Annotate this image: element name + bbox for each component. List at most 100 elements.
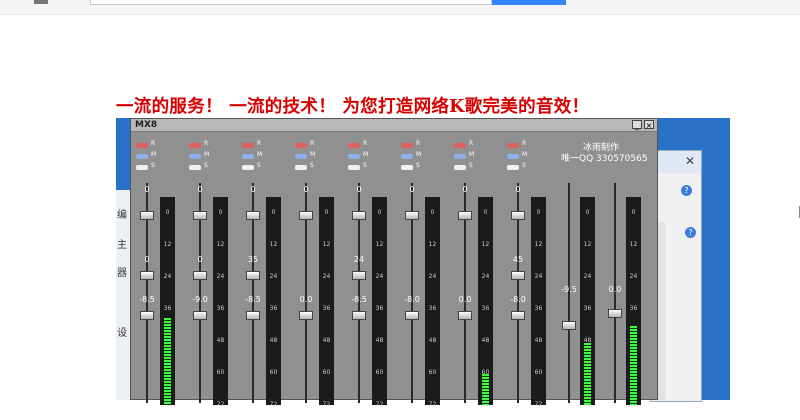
- channel-solo-button[interactable]: [295, 165, 307, 170]
- close-icon[interactable]: ✕: [685, 154, 695, 168]
- meter-tick-label: 12: [163, 241, 172, 248]
- channel-button-label: M: [151, 151, 157, 158]
- fader-knob[interactable]: [193, 271, 207, 280]
- channel-solo-button[interactable]: [242, 165, 254, 170]
- channel-button-row: S: [348, 162, 370, 171]
- search-button[interactable]: [492, 0, 566, 5]
- meter-tick-label: 36: [322, 305, 331, 312]
- fader-value: -9.0: [192, 295, 208, 304]
- fader-knob[interactable]: [193, 311, 207, 320]
- channel-button-row: R: [295, 140, 317, 149]
- level-meter: 0 12 24 36 48 60 72: [266, 197, 281, 408]
- help-icon[interactable]: ?: [685, 227, 696, 238]
- channel-mute-button[interactable]: [136, 154, 148, 159]
- channel-record-button[interactable]: [401, 143, 413, 148]
- fader-knob[interactable]: [562, 321, 576, 330]
- fader-knob[interactable]: [511, 211, 525, 220]
- fader-knob[interactable]: [246, 311, 260, 320]
- channel-mute-button[interactable]: [242, 154, 254, 159]
- fader-knob[interactable]: [511, 311, 525, 320]
- meter-tick-label: 36: [629, 305, 638, 312]
- fader-knob[interactable]: [193, 211, 207, 220]
- channel-button-label: R: [522, 140, 527, 147]
- meter-tick-label: 0: [585, 209, 590, 216]
- channel-record-button[interactable]: [507, 143, 519, 148]
- fader-knob[interactable]: [608, 309, 622, 318]
- channel-mute-button[interactable]: [295, 154, 307, 159]
- fader-knob[interactable]: [352, 311, 366, 320]
- meter-tick-label: 24: [375, 273, 384, 280]
- search-input[interactable]: [90, 0, 492, 5]
- channel-record-button[interactable]: [136, 143, 148, 148]
- channel-record-button[interactable]: [189, 143, 201, 148]
- fader-knob[interactable]: [140, 211, 154, 220]
- fader-knob[interactable]: [458, 211, 472, 220]
- level-meter: 0 12 24 36 48 60 72: [425, 197, 440, 408]
- meter-tick-label: 24: [269, 273, 278, 280]
- channel-mute-button[interactable]: [189, 154, 201, 159]
- channel-record-button[interactable]: [454, 143, 466, 148]
- meter-tick-label: 24: [481, 273, 490, 280]
- level-meter: 0 12 24 36 48 60 72: [213, 197, 228, 408]
- channel-button-row: S: [136, 162, 158, 171]
- meter-tick-label: 48: [375, 337, 384, 344]
- channel-button-label: S: [151, 162, 155, 169]
- fader-knob[interactable]: [246, 211, 260, 220]
- channel-button-label: R: [416, 140, 421, 147]
- channel-record-button[interactable]: [295, 143, 307, 148]
- meter-tick-label: 60: [428, 369, 437, 376]
- channel-button-row: M: [295, 151, 317, 160]
- fader-knob[interactable]: [140, 271, 154, 280]
- meter-tick-label: 0: [536, 209, 541, 216]
- channel-button-label: M: [204, 151, 210, 158]
- channel-button-label: S: [310, 162, 314, 169]
- fader-knob[interactable]: [352, 211, 366, 220]
- channel-name: 麦克风: [513, 410, 537, 419]
- channel-strip: R M S 0 -8.0 0 12 24 36 48 60 72 闪断: [401, 137, 451, 419]
- channel-solo-button[interactable]: [401, 165, 413, 170]
- channel-mute-button[interactable]: [507, 154, 519, 159]
- level-meter: 0 12 24 36 48 60 72: [319, 197, 334, 408]
- fader-knob[interactable]: [140, 311, 154, 320]
- close-button[interactable]: ×: [644, 120, 654, 130]
- fader-knob[interactable]: [299, 211, 313, 220]
- meter-tick-label: 36: [163, 305, 172, 312]
- meter-level-bar: [482, 374, 489, 405]
- channel-solo-button[interactable]: [136, 165, 148, 170]
- channel-button-label: M: [257, 151, 263, 158]
- channel-mute-button[interactable]: [401, 154, 413, 159]
- fader-knob[interactable]: [405, 211, 419, 220]
- meter-tick-label: 36: [375, 305, 384, 312]
- channel-button-label: R: [310, 140, 315, 147]
- channel-solo-button[interactable]: [189, 165, 201, 170]
- channel-solo-button[interactable]: [454, 165, 466, 170]
- meter-level-bar: [630, 326, 637, 405]
- fader-value: 0: [197, 255, 203, 264]
- master-name: RECORD: [604, 409, 634, 417]
- fader-knob[interactable]: [352, 271, 366, 280]
- channel-record-button[interactable]: [242, 143, 254, 148]
- channel-button-label: M: [469, 151, 475, 158]
- help-icon[interactable]: ?: [681, 185, 692, 196]
- channel-button-row: S: [242, 162, 264, 171]
- fader-knob[interactable]: [511, 271, 525, 280]
- minimize-button[interactable]: _: [632, 120, 642, 130]
- fader-value: 0: [409, 185, 415, 194]
- meter-tick-label: 60: [322, 369, 331, 376]
- meter-tick-label: 48: [216, 337, 225, 344]
- fader-knob[interactable]: [405, 311, 419, 320]
- meter-tick-label: 72: [534, 401, 543, 408]
- channel-record-button[interactable]: [348, 143, 360, 148]
- meter-tick-label: 60: [375, 369, 384, 376]
- fader-knob[interactable]: [246, 271, 260, 280]
- fader-value: 45: [512, 255, 524, 264]
- mixer-title: MX8: [135, 120, 158, 130]
- fader-knob[interactable]: [458, 311, 472, 320]
- channel-mute-button[interactable]: [348, 154, 360, 159]
- channel-solo-button[interactable]: [507, 165, 519, 170]
- channel-button-row: M: [348, 151, 370, 160]
- meter-tick-label: 0: [218, 209, 223, 216]
- channel-solo-button[interactable]: [348, 165, 360, 170]
- channel-mute-button[interactable]: [454, 154, 466, 159]
- fader-knob[interactable]: [299, 311, 313, 320]
